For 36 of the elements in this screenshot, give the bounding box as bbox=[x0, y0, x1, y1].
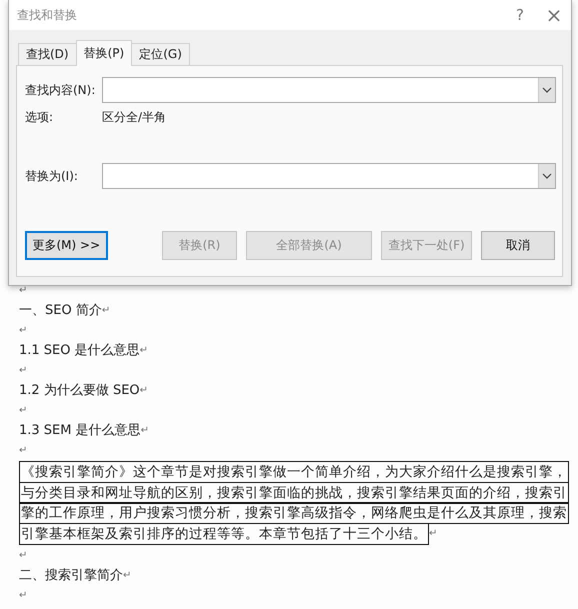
paragraph-mark: ↵ bbox=[140, 424, 150, 438]
chevron-down-icon bbox=[542, 173, 552, 179]
paragraph-mark: ↵ bbox=[19, 364, 28, 378]
help-button[interactable]: ? bbox=[503, 1, 537, 29]
heading-text: 1.2 为什么要做 SEO bbox=[19, 382, 140, 400]
paragraph-mark: ↵ bbox=[429, 526, 438, 541]
window-title: 查找和替换 bbox=[17, 6, 77, 24]
tab[interactable]: 替换(P) bbox=[76, 40, 132, 66]
paragraph-mark: ↵ bbox=[140, 384, 148, 398]
find-field[interactable] bbox=[102, 77, 556, 103]
paragraph-mark: ↵ bbox=[19, 549, 28, 563]
options-label: 选项: bbox=[25, 109, 54, 126]
tab[interactable]: 定位(G) bbox=[131, 43, 190, 65]
paragraph-mark: ↵ bbox=[102, 304, 110, 318]
tab[interactable]: 查找(D) bbox=[18, 43, 77, 65]
paragraph-mark: ↵ bbox=[123, 569, 132, 583]
heading-text: 二、搜索引擎简介 bbox=[19, 567, 123, 585]
field-label: 替换为(I): bbox=[25, 168, 79, 184]
heading-text: 一、SEO 简介 bbox=[19, 302, 102, 320]
dropdown-button[interactable] bbox=[538, 164, 555, 188]
more-button[interactable]: 更多(M) >> bbox=[25, 231, 108, 260]
replace-field[interactable] bbox=[102, 163, 556, 189]
paragraph-mark: ↵ bbox=[140, 344, 148, 358]
dropdown-button[interactable] bbox=[538, 78, 555, 102]
paragraph-mark: ↵ bbox=[19, 284, 28, 298]
paragraph-mark: ↵ bbox=[19, 324, 28, 338]
close-button[interactable]: × bbox=[537, 1, 571, 29]
chevron-down-icon bbox=[542, 87, 552, 93]
field-label: 查找内容(N): bbox=[25, 82, 96, 98]
paragraph-mark: ↵ bbox=[19, 444, 28, 458]
heading-text: 1.1 SEO 是什么意思 bbox=[19, 342, 140, 360]
options-value: 区分全/半角 bbox=[102, 109, 166, 126]
heading-text: 1.3 SEM 是什么意思 bbox=[19, 422, 141, 440]
paragraph-mark: ↵ bbox=[19, 589, 28, 603]
paragraph-mark: ↵ bbox=[19, 404, 28, 418]
dialog-button[interactable]: 取消 bbox=[481, 231, 555, 260]
